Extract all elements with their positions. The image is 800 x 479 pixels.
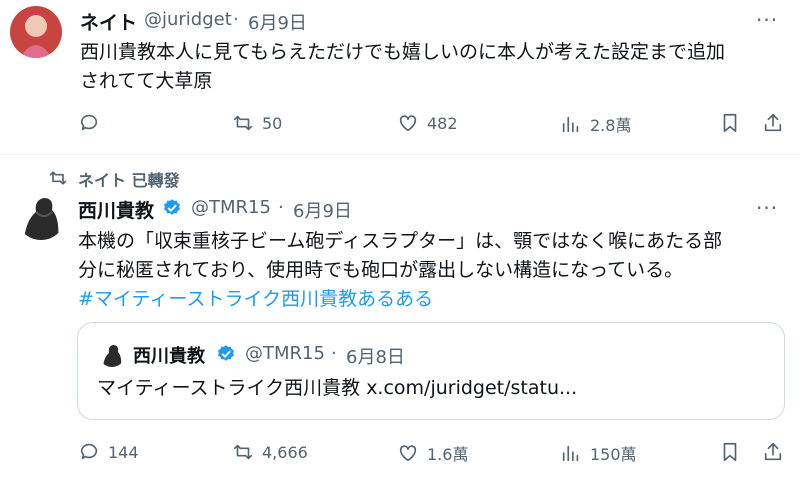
author-handle[interactable]: @TMR15 bbox=[191, 197, 271, 218]
tweet-text-line2: 分に秘匿されており、使用時でも砲口が露出しない構造になっている。 bbox=[78, 259, 684, 281]
like-count: 1.6萬 bbox=[427, 445, 469, 464]
view-count: 2.8萬 bbox=[590, 116, 632, 135]
share-icon bbox=[764, 442, 782, 461]
retweet-banner-icon bbox=[48, 168, 68, 192]
avatar-nate[interactable] bbox=[10, 6, 62, 58]
quoted-date[interactable]: 6月8日 bbox=[346, 343, 405, 369]
retweet-count: 4,666 bbox=[262, 442, 308, 462]
author-name[interactable]: ネイト bbox=[80, 8, 137, 35]
bookmark-icon bbox=[723, 113, 737, 133]
quoted-tweet-card[interactable] bbox=[77, 322, 785, 420]
tweet-text-line2: されてて大草原 bbox=[80, 70, 213, 92]
more-options-icon[interactable]: ··· bbox=[756, 8, 778, 32]
share-button[interactable] bbox=[762, 112, 784, 134]
reply-count: 144 bbox=[108, 442, 139, 462]
analytics-icon bbox=[562, 445, 579, 462]
reply-icon bbox=[80, 114, 98, 131]
heart-icon bbox=[399, 115, 417, 132]
heart-icon bbox=[399, 445, 417, 462]
views-button[interactable]: 150萬 bbox=[560, 441, 637, 465]
tweet-date[interactable]: 6月9日 bbox=[293, 197, 352, 223]
verified-icon bbox=[162, 198, 182, 222]
reply-button[interactable] bbox=[78, 112, 108, 134]
author-name[interactable]: 西川貴教 bbox=[78, 196, 154, 223]
tweet-divider bbox=[0, 154, 800, 155]
tweet-date[interactable]: 6月9日 bbox=[248, 9, 307, 35]
views-button[interactable]: 2.8萬 bbox=[560, 112, 631, 136]
bookmark-button[interactable] bbox=[719, 441, 741, 463]
like-button[interactable]: 1.6萬 bbox=[397, 441, 468, 465]
like-button[interactable]: 482 bbox=[397, 112, 458, 134]
retweet-icon bbox=[233, 444, 253, 460]
quoted-verified-icon bbox=[216, 344, 236, 368]
like-count: 482 bbox=[427, 113, 458, 133]
tweet-text-line1: 西川貴教本人に見てもらえただけでも嬉しいのに本人が考えた設定まで追加 bbox=[80, 41, 726, 63]
quoted-text: マイティーストライク西川貴教 x.com/juridget/statu... bbox=[97, 377, 578, 399]
reply-button[interactable]: 144 bbox=[78, 441, 139, 463]
author-handle[interactable]: @juridget bbox=[144, 9, 232, 30]
separator-dot: · bbox=[233, 9, 239, 30]
bookmark-icon bbox=[723, 442, 737, 462]
view-count: 150萬 bbox=[590, 445, 637, 464]
analytics-icon bbox=[562, 116, 579, 133]
quoted-author-name[interactable]: 西川貴教 bbox=[133, 342, 205, 368]
tweet-text-line1: 本機の「収束重核子ビーム砲ディスラプター」は、顎ではなく喉にあたる部 bbox=[78, 230, 723, 252]
more-options-icon[interactable]: ··· bbox=[756, 196, 778, 220]
hashtag-link[interactable]: #マイティーストライク西川貴教あるある bbox=[78, 285, 433, 314]
bookmark-button[interactable] bbox=[719, 112, 741, 134]
share-icon bbox=[764, 113, 782, 132]
retweet-button[interactable]: 50 bbox=[232, 112, 282, 134]
share-button[interactable] bbox=[762, 441, 784, 463]
reply-icon bbox=[80, 443, 98, 460]
retweet-button[interactable]: 4,666 bbox=[232, 441, 308, 463]
avatar-nishikawa[interactable] bbox=[16, 190, 66, 240]
retweet-icon bbox=[233, 115, 253, 131]
quoted-handle[interactable]: @TMR15 bbox=[245, 343, 325, 364]
retweet-banner-label[interactable]: ネイト 已轉發 bbox=[78, 167, 180, 191]
retweet-count: 50 bbox=[262, 113, 283, 133]
separator-dot: · bbox=[278, 197, 284, 218]
quoted-avatar[interactable] bbox=[99, 341, 125, 367]
separator-dot: · bbox=[331, 343, 337, 364]
